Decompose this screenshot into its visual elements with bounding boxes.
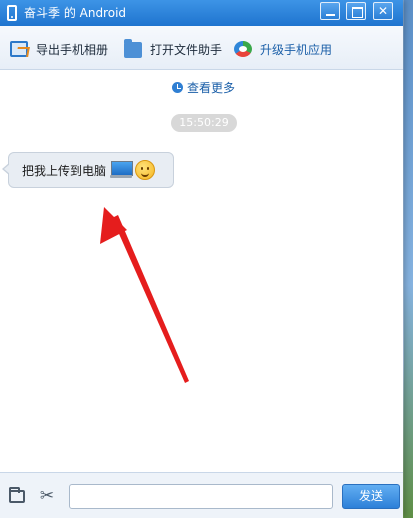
input-bar: ✂ 发送: [0, 472, 403, 518]
desktop-background: [404, 0, 413, 518]
upgrade-app-button[interactable]: 升级手机应用: [234, 40, 332, 58]
smiley-icon: [135, 160, 156, 180]
maximize-button[interactable]: [346, 2, 366, 20]
message-text: 把我上传到电脑: [22, 163, 107, 178]
message-input[interactable]: [69, 484, 333, 509]
computer-icon: [110, 160, 134, 180]
chat-window: 奋斗季 的 Android ✕ 导出手机相册 打开文件助手 升级手机应用 查看更…: [0, 0, 403, 518]
window-title: 奋斗季 的 Android: [24, 6, 127, 20]
open-file-helper-button[interactable]: 打开文件助手: [124, 39, 223, 58]
folder-tool-icon[interactable]: [9, 487, 25, 503]
message-bubble[interactable]: 把我上传到电脑: [2, 152, 174, 188]
toolbar: 导出手机相册 打开文件助手 升级手机应用: [0, 26, 403, 70]
phone-icon: [7, 5, 17, 21]
open-file-helper-label: 打开文件助手: [150, 42, 223, 57]
scissors-icon[interactable]: ✂: [38, 487, 56, 505]
send-button[interactable]: 发送: [342, 484, 400, 509]
export-album-button[interactable]: 导出手机相册: [10, 40, 108, 58]
export-album-icon: [10, 41, 28, 57]
clock-icon: [172, 81, 183, 93]
close-button[interactable]: ✕: [373, 2, 393, 20]
annotation-arrow-head: [100, 207, 127, 244]
chat-area[interactable]: 查看更多 15:50:29 把我上传到电脑: [0, 70, 403, 472]
message-timestamp: 15:50:29: [171, 114, 237, 132]
upgrade-app-icon: [234, 41, 252, 57]
view-more-label: 查看更多: [187, 80, 236, 95]
title-bar[interactable]: 奋斗季 的 Android ✕: [0, 0, 403, 26]
upgrade-app-label: 升级手机应用: [260, 42, 333, 57]
minimize-button[interactable]: [320, 2, 340, 20]
folder-icon: [124, 39, 142, 58]
annotation-arrow-shaft: [112, 215, 189, 383]
view-more-link[interactable]: 查看更多: [172, 79, 235, 95]
export-album-label: 导出手机相册: [36, 42, 109, 57]
